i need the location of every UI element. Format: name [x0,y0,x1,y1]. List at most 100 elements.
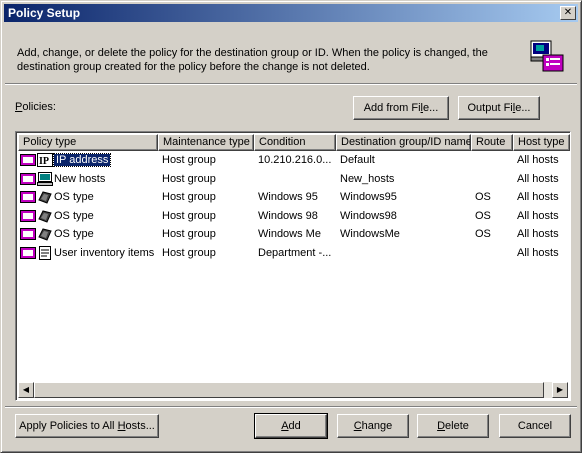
computer-icon [37,171,53,186]
horizontal-scrollbar[interactable]: ◀ ▶ [18,382,568,398]
arrow-left-icon: ◀ [22,385,30,394]
cell-host-type: All hosts [517,209,559,222]
cell-destination: New_hosts [340,172,395,185]
policies-label-rest: olicies: [22,101,56,113]
table-row[interactable]: OS type Host group Windows 98 Windows98 … [18,207,570,226]
cell-maintenance-type: Host group [162,246,216,259]
os-icon [38,210,52,223]
cell-route: OS [475,191,491,204]
cell-maintenance-type: Host group [162,191,216,204]
cell-route: OS [475,209,491,222]
delete-button[interactable]: Delete [417,414,489,438]
scroll-left-button[interactable]: ◀ [18,382,34,398]
cell-host-type: All hosts [517,228,559,241]
cell-destination: Windows95 [340,191,397,204]
cell-condition: Windows Me [258,228,321,241]
list-rows: IP IP address Host group 10.210.216.0...… [18,151,570,262]
table-row[interactable]: IP IP address Host group 10.210.216.0...… [18,151,570,170]
add-button[interactable]: Add [254,413,328,439]
os-icon [38,228,52,241]
cell-destination: Default [340,154,375,167]
column-destination[interactable]: Destination group/ID name [336,134,471,151]
table-row[interactable]: OS type Host group Windows 95 Windows95 … [18,188,570,207]
cell-policy-type: IP IP address [18,153,158,168]
cell-maintenance-type: Host group [162,209,216,222]
apply-all-label-a: Apply Policies to All [19,419,118,432]
ip-icon: IP [37,153,53,168]
row-label: IP address [52,153,112,168]
change-button[interactable]: Change [337,414,409,438]
column-maintenance-type[interactable]: Maintenance type [158,134,254,151]
column-route[interactable]: Route [471,134,513,151]
policy-item-icon [20,209,36,222]
scroll-right-button[interactable]: ▶ [552,382,568,398]
svg-text:IP: IP [39,156,49,167]
cell-host-type: All hosts [517,246,559,259]
cell-host-type: All hosts [517,191,559,204]
row-label: OS type [54,191,94,204]
table-row[interactable]: User inventory items Host group Departme… [18,244,570,263]
cell-condition: Windows 98 [258,209,318,222]
close-icon: ✕ [563,7,573,18]
cancel-label: Cancel [517,419,553,432]
policy-list[interactable]: Policy type Maintenance type Condition D… [15,131,571,401]
policies-label: Policies: [15,101,56,113]
scroll-thumb[interactable] [34,382,544,398]
cell-policy-type: OS type [18,190,158,204]
row-label: OS type [54,209,94,222]
cell-maintenance-type: Host group [162,172,216,185]
cell-policy-type: User inventory items [18,245,158,260]
cell-policy-type: New hosts [18,171,158,186]
cell-destination: Windows98 [340,209,397,222]
policy-item-icon [20,191,36,204]
column-host-type[interactable]: Host type [513,134,570,151]
column-condition[interactable]: Condition [254,134,336,151]
header-divider [5,83,577,85]
inventory-icon [39,245,51,260]
output-file-button[interactable]: Output File... [458,96,540,120]
title-bar[interactable]: Policy Setup ✕ [4,4,578,22]
policy-setup-icon [530,40,564,72]
apply-all-label-b: osts... [125,419,155,432]
add-label-key: A [281,419,289,432]
apply-policies-all-hosts-button[interactable]: Apply Policies to All Hosts... [15,414,159,438]
cancel-button[interactable]: Cancel [499,414,571,438]
delete-label-key: D [437,419,446,432]
cell-destination: WindowsMe [340,228,400,241]
output-file-label-a: Output Fi [467,101,513,114]
add-from-file-button[interactable]: Add from File... [353,96,449,120]
policy-item-icon [20,228,36,241]
cell-host-type: All hosts [517,172,559,185]
cell-condition: Department -... [258,246,332,259]
cell-policy-type: OS type [18,209,158,223]
arrow-right-icon: ▶ [556,385,564,394]
cell-route: OS [475,228,491,241]
apply-all-label-key: H [117,419,126,432]
output-file-label-b: e... [515,101,531,114]
row-label: User inventory items [54,246,155,259]
cell-condition: 10.210.216.0... [258,154,332,167]
change-label-rest: hange [361,419,393,432]
add-from-file-label-a: Add from Fi [363,101,421,114]
row-label: OS type [54,228,94,241]
table-row[interactable]: OS type Host group Windows Me WindowsMe … [18,225,570,244]
change-label-key: C [353,419,362,432]
policy-item-icon [20,246,36,259]
cell-policy-type: OS type [18,227,158,241]
os-icon [38,191,52,204]
cell-maintenance-type: Host group [162,154,216,167]
table-row[interactable]: New hosts Host group New_hosts All hosts [18,170,570,189]
window-title: Policy Setup [8,6,81,20]
policy-setup-dialog: Policy Setup ✕ Add, change, or delete th… [0,0,582,453]
footer-divider [5,406,577,408]
list-header: Policy type Maintenance type Condition D… [18,134,570,151]
row-label: New hosts [54,172,106,185]
cell-condition: Windows 95 [258,191,318,204]
cell-host-type: All hosts [517,154,559,167]
column-policy-type[interactable]: Policy type [18,134,158,151]
close-button[interactable]: ✕ [560,6,576,20]
add-from-file-label-b: e... [423,101,439,114]
add-label-rest: dd [288,419,301,432]
description-text: Add, change, or delete the policy for th… [17,47,488,73]
policy-item-icon [20,154,36,167]
